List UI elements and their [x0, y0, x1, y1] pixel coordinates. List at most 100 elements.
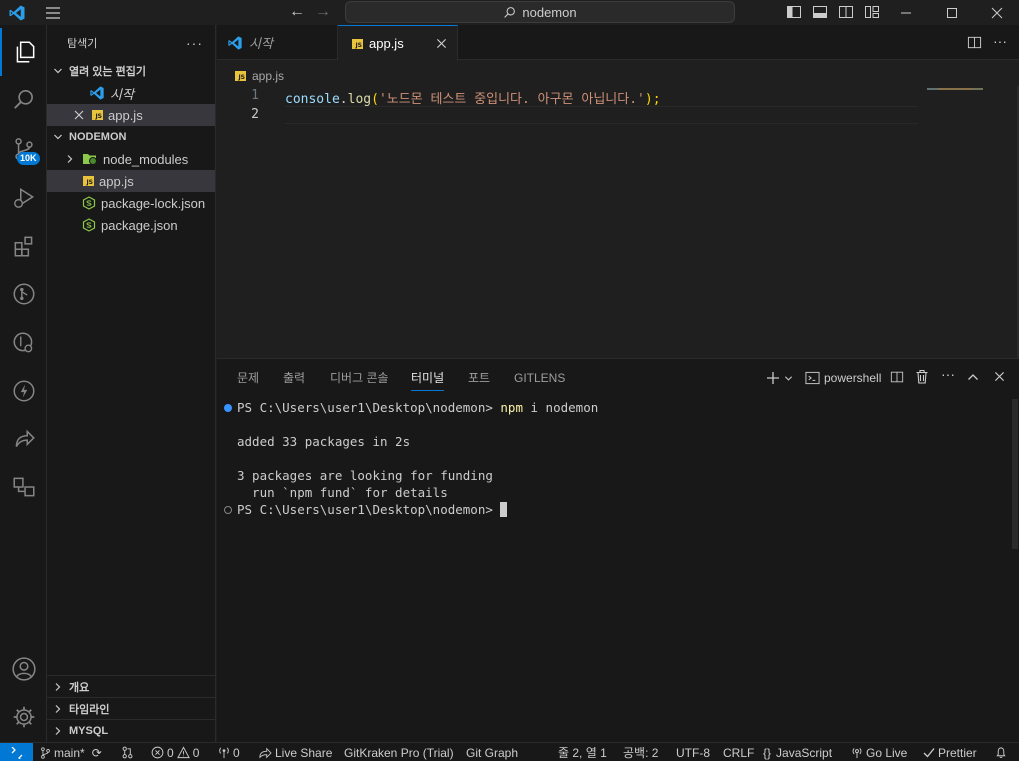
tree-item-package-json[interactable]: package.json [47, 214, 215, 236]
remote-explorer-activity[interactable] [0, 463, 47, 511]
maximize-button[interactable] [929, 0, 975, 25]
run-debug-activity[interactable] [0, 174, 47, 222]
prettier-status[interactable]: Prettier [923, 743, 977, 761]
new-terminal-button[interactable] [766, 369, 793, 387]
thunder-client-activity[interactable] [0, 367, 47, 415]
tree-item-appjs[interactable]: JS app.js [47, 170, 215, 192]
sync-icon[interactable]: ⟳ [92, 746, 102, 760]
panel-tab-terminal[interactable]: 터미널 [411, 369, 445, 391]
terminal-scrollbar[interactable] [1012, 399, 1018, 549]
minimize-button[interactable] [883, 0, 929, 25]
more-actions-icon[interactable]: ··· [993, 33, 1007, 49]
open-editors-section-header[interactable]: 열려 있는 편집기 [47, 60, 215, 82]
bell-icon [996, 747, 1006, 758]
outline-section-header[interactable]: 개요 [47, 675, 216, 697]
workspace-section-header[interactable]: NODEMON [47, 126, 215, 148]
language-mode[interactable]: {} JavaScript [763, 743, 832, 761]
manage-activity[interactable] [0, 693, 47, 741]
code-editor[interactable]: 1 console.log('노드몬 테스트 중입니다. 아구몬 아닙니다.')… [217, 86, 1019, 358]
open-editor-item-appjs[interactable]: JS app.js [47, 104, 215, 126]
tab-label: 시작 [249, 36, 273, 51]
search-activity[interactable] [0, 76, 47, 124]
remote-explorer-icon [12, 477, 35, 497]
tab-appjs[interactable]: JS app.js [338, 25, 458, 61]
encoding-status[interactable]: UTF-8 [676, 743, 710, 761]
open-editors-label: 열려 있는 편집기 [69, 66, 146, 78]
back-arrow-icon[interactable]: ← [288, 3, 306, 21]
minimap[interactable] [927, 88, 983, 90]
forward-arrow-icon[interactable]: → [314, 3, 332, 21]
breadcrumb: JS app.js [217, 66, 284, 86]
eol-status[interactable]: CRLF [723, 743, 754, 761]
vscode-welcome-icon [228, 35, 242, 50]
branch-indicator[interactable]: main* ⟳ [40, 743, 102, 761]
mysql-section-header[interactable]: MYSQL [47, 719, 216, 741]
nodejs-file-icon [82, 218, 96, 232]
cursor-position[interactable]: 줄 2, 열 1 [558, 743, 607, 761]
panel-tab-debug-console[interactable]: 디버그 콘솔 [330, 369, 389, 391]
more-actions-icon[interactable]: ··· [941, 366, 955, 382]
indentation-status[interactable]: 공백: 2 [623, 743, 658, 761]
maximize-panel-icon[interactable] [967, 371, 979, 383]
account-icon [11, 657, 36, 681]
extensions-activity[interactable] [0, 222, 47, 270]
more-actions-icon[interactable]: ··· [186, 35, 203, 51]
tree-item-package-lock[interactable]: package-lock.json [47, 192, 215, 214]
chevron-right-icon [51, 724, 65, 738]
live-share-icon [15, 429, 35, 447]
braces-icon: {} [763, 745, 772, 760]
extensions-icon [14, 236, 32, 257]
remote-indicator[interactable] [0, 743, 33, 761]
ports-indicator[interactable]: 0 [218, 743, 240, 761]
panel-tab-problems[interactable]: 문제 [237, 369, 259, 391]
explorer-sidebar: 탐색기 ··· 열려 있는 편집기 시작 JS app.js NODEMON n… [47, 25, 216, 742]
panel-tab-ports[interactable]: 포트 [468, 369, 490, 391]
terminal-cursor [500, 502, 508, 517]
breadcrumb-file[interactable]: app.js [252, 69, 284, 83]
source-control-activity[interactable]: 10K [0, 125, 47, 173]
tree-item-node-modules[interactable]: node_modules [47, 148, 215, 170]
gitlens-inspect-icon [12, 332, 32, 353]
command-center-search[interactable]: nodemon [345, 1, 735, 23]
gitlens-activity[interactable] [0, 270, 47, 318]
git-graph-status[interactable]: Git Graph [466, 743, 518, 761]
split-editor-icon[interactable] [967, 35, 982, 50]
gitlens-inspect-activity[interactable] [0, 319, 47, 367]
hamburger-menu-icon[interactable] [44, 4, 62, 22]
close-tab-icon[interactable] [436, 38, 447, 49]
command-success-dot-icon [224, 404, 232, 412]
sidebar-title: 탐색기 [67, 37, 98, 50]
go-live-button[interactable]: Go Live [851, 743, 907, 761]
terminal-profile[interactable]: powershell [805, 369, 881, 387]
live-share-activity[interactable] [0, 415, 47, 463]
panel-tab-gitlens[interactable]: GITLENS [514, 369, 565, 391]
toggle-panel-icon[interactable] [812, 4, 828, 20]
panel-tab-output[interactable]: 출력 [283, 369, 305, 391]
git-graph-status-icon[interactable] [121, 743, 134, 761]
sidebar-header: 탐색기 ··· [47, 25, 215, 60]
code-line: console.log('노드몬 테스트 중입니다. 아구몬 아닙니다.'); [285, 88, 661, 107]
close-panel-icon[interactable] [994, 371, 1005, 382]
accounts-activity[interactable] [0, 645, 47, 693]
live-share-status[interactable]: Live Share [258, 743, 332, 761]
terminal-line: run `npm fund` for details [237, 485, 448, 500]
problems-indicator[interactable]: 0 0 [151, 743, 199, 761]
code-object: console [285, 92, 340, 107]
toggle-primary-sidebar-icon[interactable] [786, 4, 802, 20]
split-terminal-icon[interactable] [890, 370, 904, 384]
timeline-section-header[interactable]: 타임라인 [47, 697, 216, 719]
close-editor-icon[interactable] [73, 109, 85, 121]
warning-icon [176, 746, 190, 759]
tab-welcome[interactable]: 시작 [217, 25, 338, 60]
live-share-icon [259, 747, 272, 758]
notifications-button[interactable] [995, 743, 1007, 761]
explorer-activity[interactable] [0, 28, 47, 76]
search-text: nodemon [522, 4, 577, 20]
toggle-secondary-sidebar-icon[interactable] [838, 4, 854, 20]
customize-layout-icon[interactable] [864, 4, 880, 20]
gitkraken-status[interactable]: GitKraken Pro (Trial) [344, 743, 454, 761]
trash-icon[interactable] [915, 369, 929, 384]
close-window-button[interactable] [975, 0, 1019, 25]
open-editor-item-welcome[interactable]: 시작 [47, 82, 215, 104]
terminal-prompt: PS C:\Users\user1\Desktop\nodemon> [237, 502, 501, 517]
